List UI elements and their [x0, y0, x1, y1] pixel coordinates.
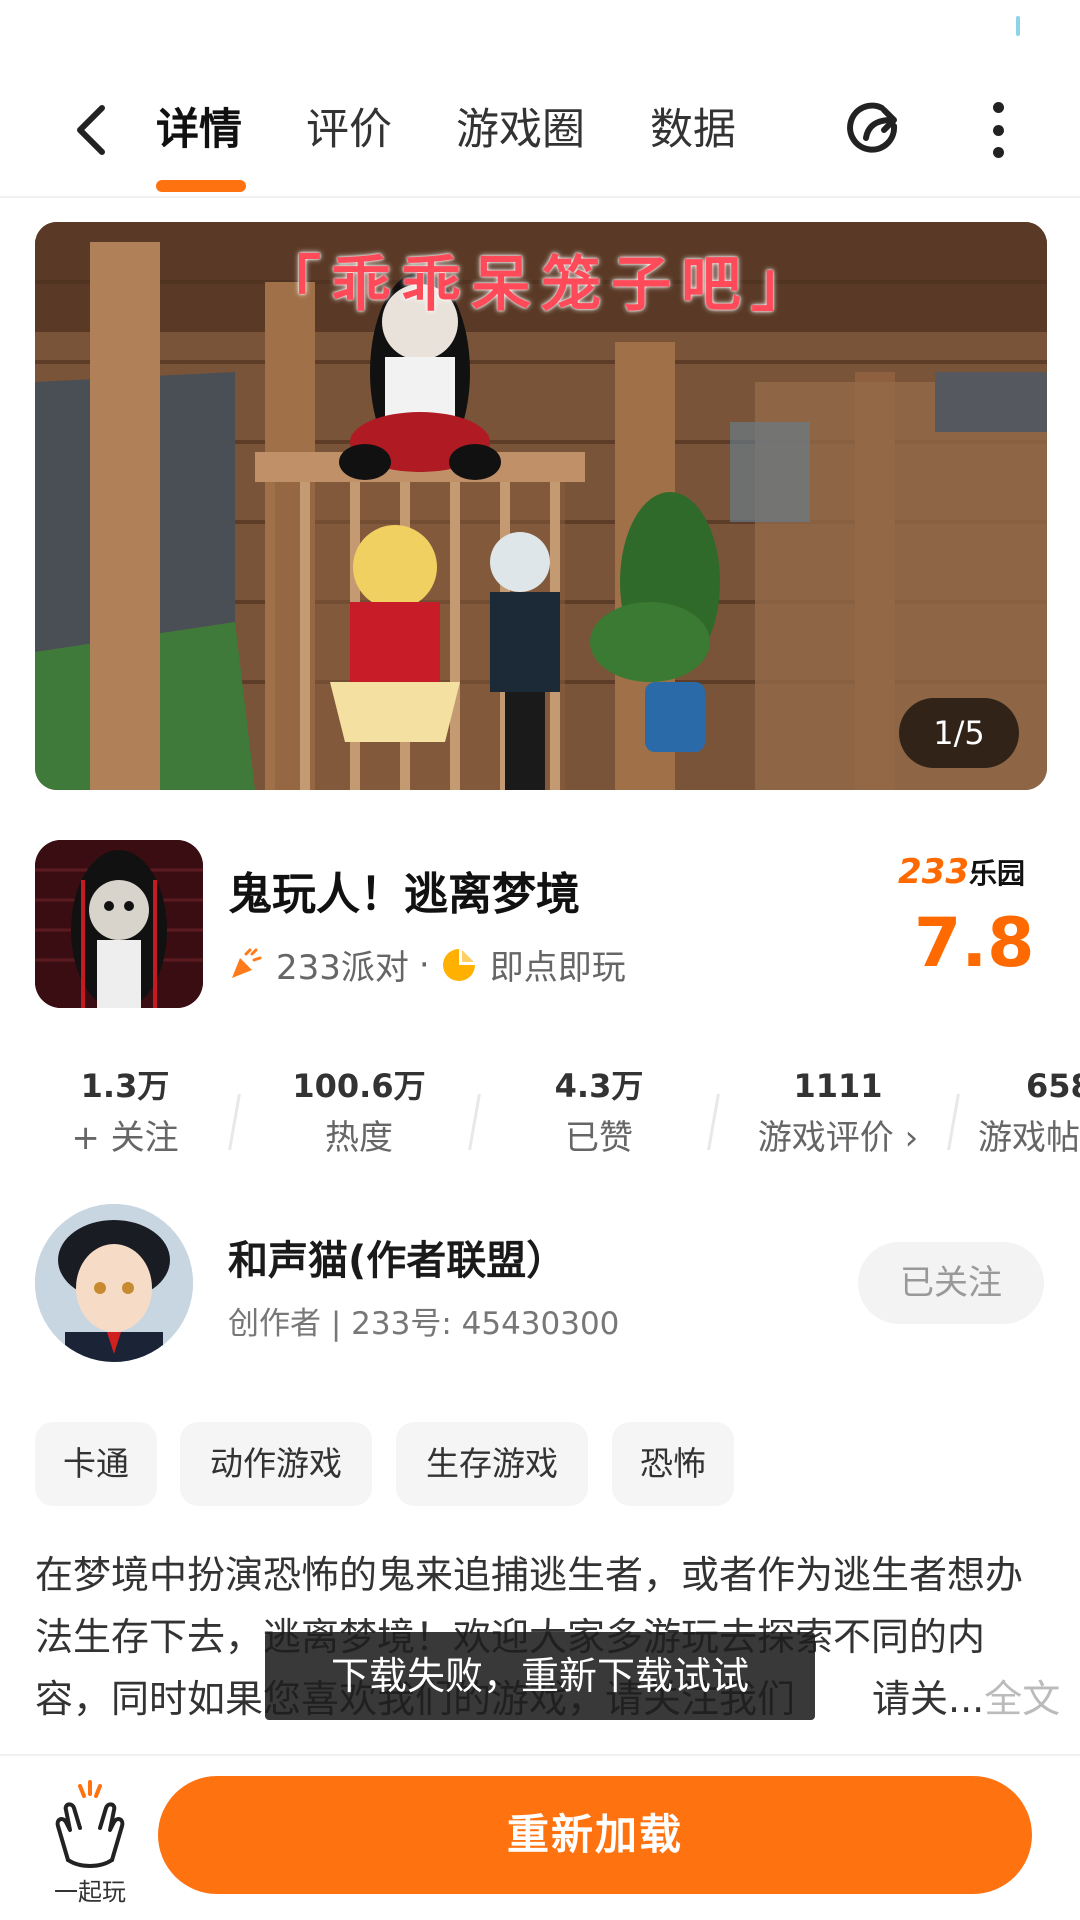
stat-likes: 4.3万 已赞: [494, 1064, 704, 1164]
stat-label: + 关注: [71, 1118, 179, 1158]
stat-heat: 100.6万 热度: [254, 1064, 464, 1164]
share-icon: [847, 102, 898, 153]
author-name[interactable]: 和声猫(作者联盟）: [228, 1228, 566, 1286]
reload-button[interactable]: 重新加载: [158, 1776, 1032, 1894]
description-tail: 请关...: [872, 1677, 985, 1721]
author-avatar[interactable]: [35, 1204, 193, 1362]
status-bar: [0, 0, 1080, 70]
status-indicator: [1016, 16, 1020, 36]
stat-value: 658: [1026, 1067, 1080, 1105]
stat-value: 1111: [793, 1067, 883, 1105]
tag-horror[interactable]: 恐怖: [612, 1422, 734, 1506]
back-button[interactable]: [60, 100, 120, 160]
bottom-divider: [0, 1754, 1080, 1756]
description-expand[interactable]: 请关...全文: [868, 1668, 1061, 1730]
avatar-image: [35, 1204, 193, 1362]
game-score: 7.8: [914, 904, 1035, 983]
brand-number: 233: [898, 852, 969, 892]
stat-value: 4.3万: [554, 1067, 644, 1105]
author-subtitle: 创作者 | 233号: 45430300: [228, 1306, 620, 1342]
screenshot-caption: 「乖乖呆笼子吧」: [261, 250, 821, 320]
stat-value: 100.6万: [292, 1067, 426, 1105]
stat-follow[interactable]: 1.3万 + 关注: [20, 1064, 230, 1164]
play-mode-label: 即点即玩: [489, 948, 626, 988]
tab-game-circle[interactable]: 游戏圈: [456, 98, 585, 162]
meta-separator: ·: [418, 944, 430, 985]
stat-divider: [947, 1094, 960, 1150]
game-icon-image: [35, 840, 203, 1008]
tab-data[interactable]: 数据: [650, 98, 736, 162]
stat-label: 热度: [325, 1118, 393, 1158]
stat-divider: [468, 1094, 481, 1150]
publisher-label: 233派对: [276, 948, 409, 988]
game-meta: 233派对 · 即点即玩: [226, 940, 626, 989]
full-text-link[interactable]: 全文: [984, 1677, 1060, 1721]
tab-reviews[interactable]: 评价: [306, 98, 392, 162]
stat-label: 游戏帖: [978, 1118, 1080, 1158]
party-icon: [232, 948, 262, 978]
error-toast: 下载失败，重新下载试试: [265, 1632, 815, 1720]
clap-hands-icon: [55, 1780, 125, 1868]
game-icon: [35, 840, 203, 1008]
share-button[interactable]: [842, 96, 910, 164]
game-title: 鬼玩人！逃离梦境: [228, 869, 580, 920]
tab-details[interactable]: 详情: [156, 98, 242, 162]
stats-row: 1.3万 + 关注 100.6万 热度 4.3万 已赞 1111 游戏评价 › …: [0, 1064, 1080, 1164]
stat-label: 游戏评价 ›: [757, 1118, 919, 1158]
more-vertical-icon: [992, 102, 1004, 113]
stat-value: 1.3万: [80, 1067, 170, 1105]
instant-play-icon: [442, 948, 475, 981]
stat-divider: [707, 1094, 720, 1150]
stat-posts[interactable]: 658 游戏帖: [968, 1064, 1080, 1164]
back-arrow-icon: [77, 105, 105, 155]
screenshot-carousel[interactable]: 「乖乖呆笼子吧」 1/5: [35, 222, 1047, 790]
play-together-label: 一起玩: [54, 1878, 126, 1906]
stat-label: 已赞: [565, 1118, 633, 1158]
brand-word: 乐园: [968, 857, 1025, 890]
tag-action[interactable]: 动作游戏: [180, 1422, 372, 1506]
more-button[interactable]: [978, 94, 1018, 166]
tag-cartoon[interactable]: 卡通: [35, 1422, 157, 1506]
active-tab-indicator: [156, 180, 246, 192]
carousel-page-indicator: 1/5: [899, 698, 1019, 768]
tag-survival[interactable]: 生存游戏: [396, 1422, 588, 1506]
top-navigation: 详情 评价 游戏圈 数据: [0, 70, 1080, 198]
play-together-button[interactable]: 一起玩: [40, 1780, 140, 1906]
follow-button[interactable]: 已关注: [858, 1242, 1044, 1324]
platform-brand: 233乐园: [898, 852, 1025, 892]
stat-reviews[interactable]: 1111 游戏评价 ›: [733, 1064, 943, 1164]
